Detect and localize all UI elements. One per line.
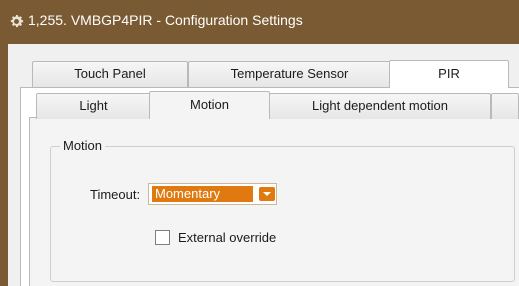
tab-touch-panel[interactable]: Touch Panel: [32, 61, 188, 87]
motion-groupbox: [50, 146, 515, 282]
gear-icon: [10, 14, 24, 28]
configuration-window: 1,255. VMBGP4PIR - Configuration Setting…: [0, 0, 519, 286]
timeout-dropdown-button[interactable]: [259, 187, 275, 201]
tab-light[interactable]: Light: [36, 93, 151, 119]
external-override-checkbox[interactable]: [155, 230, 170, 245]
timeout-label: Timeout:: [90, 187, 141, 202]
external-override-label[interactable]: External override: [178, 230, 276, 245]
tab-temperature-sensor[interactable]: Temperature Sensor: [188, 61, 391, 87]
tab-overflow[interactable]: [491, 93, 519, 119]
chevron-down-icon: [263, 192, 271, 196]
tab-pir[interactable]: PIR: [389, 60, 509, 88]
timeout-select[interactable]: Momentary: [148, 183, 277, 205]
window-title: 1,255. VMBGP4PIR - Configuration Setting…: [28, 12, 303, 28]
tab-light-dependent-motion[interactable]: Light dependent motion: [269, 93, 491, 119]
title-bar[interactable]: 1,255. VMBGP4PIR - Configuration Setting…: [0, 0, 519, 44]
tab-motion[interactable]: Motion: [149, 91, 270, 119]
motion-group-label: Motion: [60, 138, 106, 153]
timeout-selected-value: Momentary: [152, 186, 253, 202]
